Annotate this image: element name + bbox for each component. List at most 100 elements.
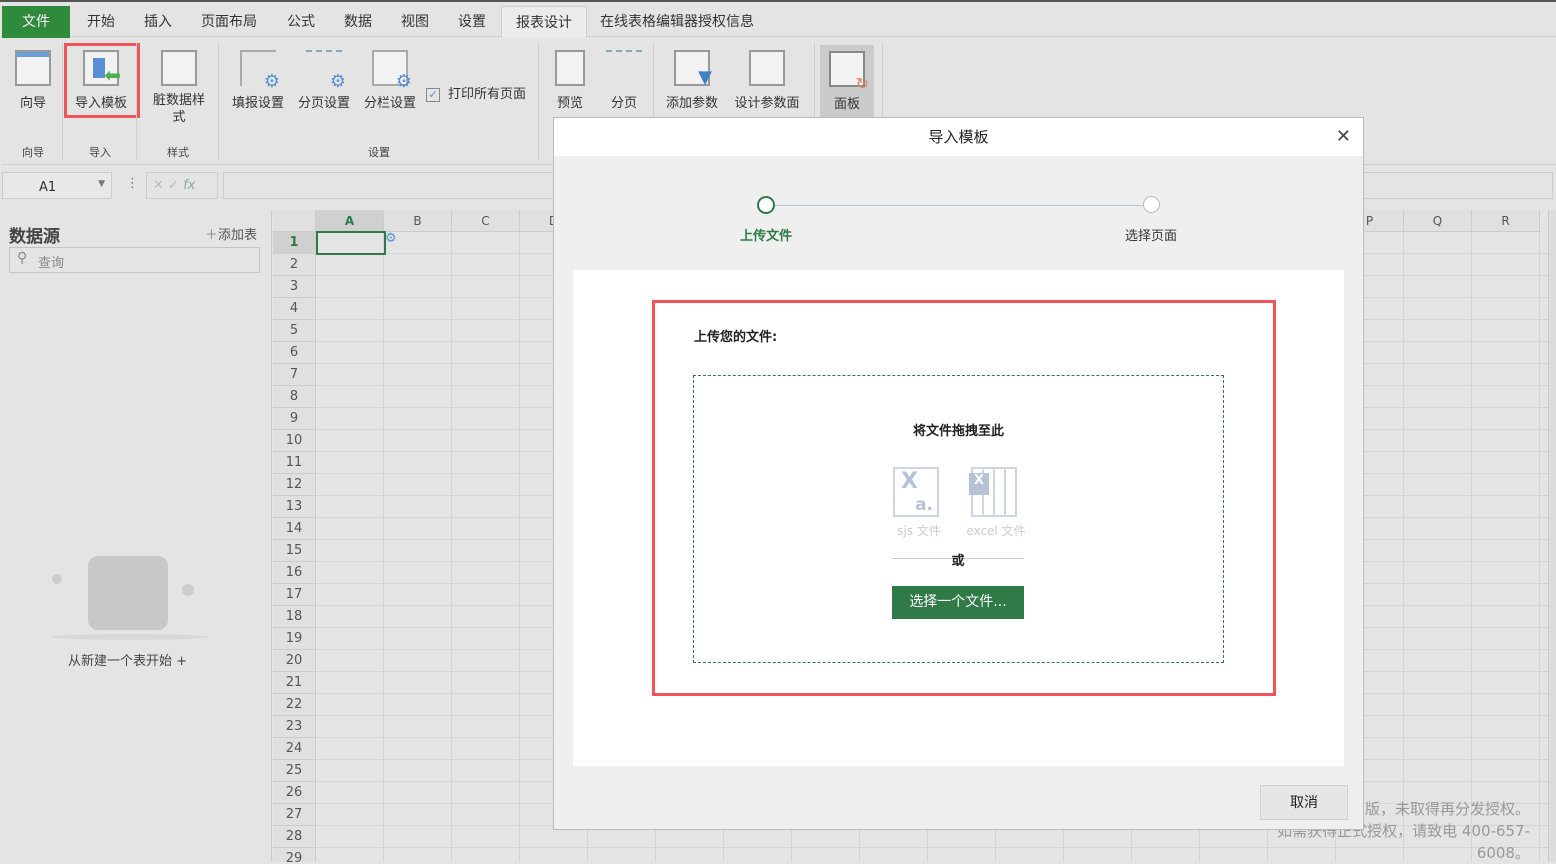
tab-page-layout[interactable]: 页面布局 (187, 6, 271, 38)
preview-icon (555, 50, 585, 86)
column-header[interactable]: B (384, 210, 452, 232)
group-label: 样式 (167, 146, 189, 159)
row-header[interactable]: 26 (273, 782, 316, 804)
name-box[interactable]: A1 ▼ (2, 172, 112, 199)
grid-line (383, 232, 384, 862)
label: 添加表 (218, 228, 258, 243)
column-header[interactable]: R (1472, 210, 1540, 232)
selected-cell[interactable] (316, 231, 386, 255)
row-header[interactable]: 20 (273, 650, 316, 672)
pagination-button[interactable]: 分页 (600, 38, 648, 111)
print-all-pages-checkbox[interactable]: ✓ 打印所有页面 (426, 83, 526, 102)
grid-line (1471, 232, 1472, 862)
drop-zone[interactable]: 将文件拖拽至此 Xa. X sjs 文件 excel 文件 或 选择一个文件..… (693, 375, 1224, 663)
vertical-scrollbar[interactable] (1548, 210, 1556, 862)
fill-settings-button[interactable]: ⚙ 填报设置 (226, 38, 290, 111)
tab-data[interactable]: 数据 (330, 6, 386, 38)
add-parameter-button[interactable]: ▼ 添加参数 (660, 38, 724, 111)
tab-insert[interactable]: 插入 (130, 6, 186, 38)
dialog-header: 导入模板 ✕ (554, 118, 1363, 156)
design-parameter-panel-button[interactable]: 设计参数面板 (730, 38, 804, 114)
row-header[interactable]: 14 (273, 518, 316, 540)
label: 设计参数面板 (734, 96, 800, 111)
row-header[interactable]: 10 (273, 430, 316, 452)
preview-button[interactable]: 预览 (546, 38, 594, 111)
row-header[interactable]: 17 (273, 584, 316, 606)
label: 分栏设置 (363, 96, 416, 111)
row-header[interactable]: 9 (273, 408, 316, 430)
row-header[interactable]: 24 (273, 738, 316, 760)
row-header[interactable]: 15 (273, 540, 316, 562)
drop-text: 将文件拖拽至此 (912, 424, 1004, 439)
label: 添加参数 (665, 96, 718, 111)
close-icon[interactable]: ✕ (1336, 118, 1351, 156)
column-settings-button[interactable]: ⚙ 分栏设置 (358, 38, 422, 111)
row-header[interactable]: 22 (273, 694, 316, 716)
row-header[interactable]: 28 (273, 826, 316, 848)
pagination-icon (606, 50, 642, 86)
column-header[interactable]: A (316, 210, 384, 232)
row-header[interactable]: 19 (273, 628, 316, 650)
page-settings-button[interactable]: ⚙ 分页设置 (292, 38, 356, 111)
add-table-button[interactable]: ＋添加表 (205, 224, 257, 243)
filter-brush-icon (749, 50, 785, 86)
group-label: 导入 (89, 146, 111, 159)
search-input[interactable]: ⚲ 查询 (9, 247, 260, 273)
wizard-icon (15, 50, 51, 86)
row-header[interactable]: 4 (273, 298, 316, 320)
or-label: 或 (951, 554, 965, 569)
step-2-indicator (1143, 196, 1160, 213)
plus-icon: ＋ (205, 228, 219, 243)
select-all-corner[interactable] (273, 210, 316, 232)
group-label: 设置 (368, 146, 390, 159)
label: 脏数据样式 (152, 93, 205, 125)
row-header[interactable]: 7 (273, 364, 316, 386)
sjs-file-icon: Xa. (893, 467, 939, 517)
sjs-file-label: sjs 文件 (897, 524, 941, 538)
column-header[interactable]: Q (1404, 210, 1472, 232)
row-header[interactable]: 21 (273, 672, 316, 694)
row-header[interactable]: 29 (273, 848, 316, 862)
excel-file-icon: X (969, 467, 1017, 517)
row-header[interactable]: 3 (273, 276, 316, 298)
row-header[interactable]: 8 (273, 386, 316, 408)
row-header[interactable]: 5 (273, 320, 316, 342)
tab-file[interactable]: 文件 (2, 6, 70, 38)
tab-view[interactable]: 视图 (387, 6, 443, 38)
row-header[interactable]: 1 (273, 232, 316, 254)
fx-icon[interactable]: fx (183, 178, 195, 193)
tab-formula[interactable]: 公式 (273, 6, 329, 38)
row-header[interactable]: 6 (273, 342, 316, 364)
create-table-link[interactable]: 从新建一个表开始 + (68, 650, 187, 669)
import-template-dialog: 导入模板 ✕ 上传文件 选择页面 上传您的文件: 将文件拖拽至此 Xa. X sj… (553, 117, 1364, 830)
stepper-line (766, 205, 1152, 206)
tab-settings[interactable]: 设置 (444, 6, 500, 38)
row-header[interactable]: 16 (273, 562, 316, 584)
tab-license-info[interactable]: 在线表格编辑器授权信息 (586, 6, 768, 38)
label: 向导 (19, 96, 46, 111)
choose-file-button[interactable]: 选择一个文件... (892, 586, 1024, 619)
row-header[interactable]: 25 (273, 760, 316, 782)
dirty-data-style-button[interactable]: 脏数据样式 (144, 38, 214, 126)
data-source-panel: 数据源 ＋添加表 ⚲ 查询 从新建一个表开始 + (0, 210, 272, 862)
tab-report-design[interactable]: 报表设计 (501, 6, 587, 40)
row-header[interactable]: 18 (273, 606, 316, 628)
wizard-button[interactable]: 向导 (4, 38, 62, 111)
tab-home[interactable]: 开始 (73, 6, 129, 38)
row-header[interactable]: 27 (273, 804, 316, 826)
step-upload-file: 上传文件 (739, 229, 792, 244)
filter-icon: ▼ (674, 50, 712, 88)
cancel-button[interactable]: 取消 (1260, 785, 1348, 820)
row-header[interactable]: 12 (273, 474, 316, 496)
grid-line (519, 232, 520, 862)
row-header[interactable]: 23 (273, 716, 316, 738)
panel-title: 数据源 (9, 227, 60, 247)
highlight-box (64, 43, 140, 118)
row-header[interactable]: 13 (273, 496, 316, 518)
column-header[interactable]: C (452, 210, 520, 232)
gear-icon[interactable]: ⚙ (385, 231, 397, 246)
row-header[interactable]: 2 (273, 254, 316, 276)
panel-button[interactable]: ↻ 面板 (820, 45, 874, 123)
label: 分页 (610, 96, 637, 111)
row-header[interactable]: 11 (273, 452, 316, 474)
